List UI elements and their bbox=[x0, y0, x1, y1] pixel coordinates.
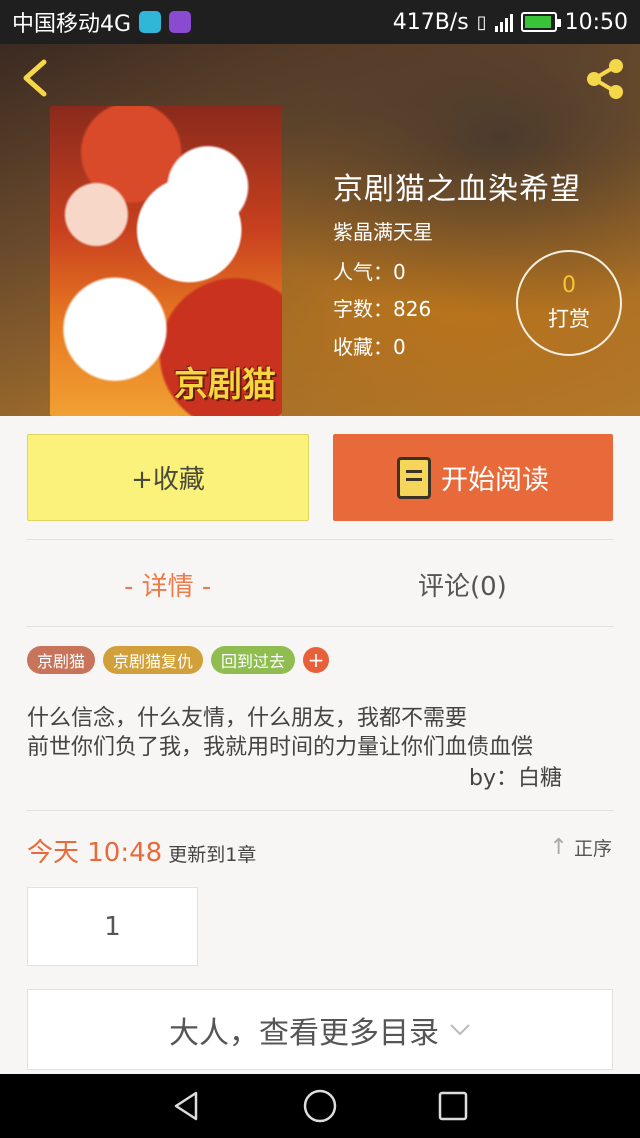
book-popularity: 人气：0 bbox=[333, 260, 406, 284]
network-speed: 417B/s bbox=[392, 9, 469, 35]
tag-item[interactable]: 京剧猫复仇 bbox=[103, 646, 204, 674]
book-cover[interactable]: 京剧猫 bbox=[50, 106, 282, 416]
divider bbox=[27, 539, 613, 540]
signal-icon bbox=[494, 12, 513, 32]
book-favorites: 收藏：0 bbox=[333, 335, 406, 359]
clock: 10:50 bbox=[564, 9, 628, 35]
nav-recents-button[interactable] bbox=[433, 1086, 473, 1126]
vibrate-icon: ▯ bbox=[476, 11, 487, 33]
status-bar-right: 417B/s ▯ 10:50 bbox=[393, 10, 628, 35]
arrow-up-icon: ↑ bbox=[549, 835, 568, 860]
more-catalog-label: 大人，查看更多目录 bbox=[169, 1015, 439, 1051]
back-triangle-icon bbox=[174, 1091, 197, 1121]
chapter-number: 1 bbox=[104, 911, 121, 942]
status-bar-left: 中国移动4G bbox=[12, 6, 192, 38]
collect-button[interactable]: +收藏 bbox=[27, 434, 309, 521]
reward-button[interactable]: 0 打赏 bbox=[516, 250, 622, 356]
book-header: 京剧猫 京剧猫之血染希望 紫晶满天星 人气：0 字数：826 收藏：0 0 打赏 bbox=[0, 44, 640, 416]
book-description: 什么信念，什么友情，什么朋友，我都不需要 前世你们负了我，我就用时间的力量让你们… bbox=[27, 704, 533, 762]
divider bbox=[27, 810, 613, 811]
chapter-item[interactable]: 1 bbox=[27, 887, 198, 966]
system-nav-bar bbox=[0, 1074, 640, 1138]
book-word-count: 字数：826 bbox=[333, 297, 432, 321]
share-button[interactable] bbox=[582, 56, 628, 102]
sort-order-label: 正序 bbox=[573, 838, 612, 860]
tab-comments[interactable]: 评论(0) bbox=[418, 560, 507, 608]
recents-square-icon bbox=[439, 1091, 468, 1121]
update-time: 今天 10:48 bbox=[27, 838, 163, 868]
chevron-left-icon bbox=[23, 59, 47, 97]
collect-button-label: +收藏 bbox=[131, 465, 205, 495]
carrier-label: 中国移动4G bbox=[12, 12, 132, 37]
back-button[interactable] bbox=[18, 58, 58, 98]
reward-label: 打赏 bbox=[548, 307, 590, 331]
sort-order-button[interactable]: ↑ 正序 bbox=[550, 834, 612, 861]
description-line: 什么信念，什么友情，什么朋友，我都不需要 bbox=[27, 706, 468, 731]
divider bbox=[27, 626, 613, 627]
home-circle-icon bbox=[303, 1089, 337, 1123]
tag-item[interactable]: 回到过去 bbox=[211, 646, 296, 674]
nav-back-button[interactable] bbox=[167, 1086, 207, 1126]
nav-home-button[interactable] bbox=[300, 1086, 340, 1126]
battery-icon bbox=[520, 12, 561, 32]
status-bar: 中国移动4G 417B/s ▯ 10:50 bbox=[0, 0, 640, 44]
book-title: 京剧猫之血染希望 bbox=[333, 172, 581, 207]
book-icon bbox=[397, 456, 431, 499]
more-catalog-button[interactable]: 大人，查看更多目录 bbox=[27, 989, 613, 1070]
update-info: 今天 10:48 更新到1章 bbox=[27, 832, 256, 869]
book-author[interactable]: 紫晶满天星 bbox=[333, 216, 433, 245]
reward-count: 0 bbox=[562, 273, 576, 298]
start-reading-button[interactable]: 开始阅读 bbox=[333, 434, 613, 521]
chevron-down-icon bbox=[449, 1018, 471, 1042]
gallery-icon bbox=[169, 11, 192, 33]
update-text: 更新到1章 bbox=[168, 844, 257, 866]
play-store-icon bbox=[139, 11, 162, 33]
tag-list: 京剧猫 京剧猫复仇 回到过去 + bbox=[27, 646, 330, 674]
share-icon bbox=[587, 59, 623, 99]
cover-title: 京剧猫 bbox=[174, 365, 276, 405]
description-line: 前世你们负了我，我就用时间的力量让你们血债血偿 bbox=[27, 735, 534, 760]
tab-detail[interactable]: - 详情 - bbox=[124, 560, 211, 608]
description-byline: by：白糖 bbox=[469, 766, 562, 791]
add-tag-button[interactable]: + bbox=[303, 647, 330, 673]
start-reading-label: 开始阅读 bbox=[441, 465, 549, 496]
tag-item[interactable]: 京剧猫 bbox=[27, 646, 96, 674]
